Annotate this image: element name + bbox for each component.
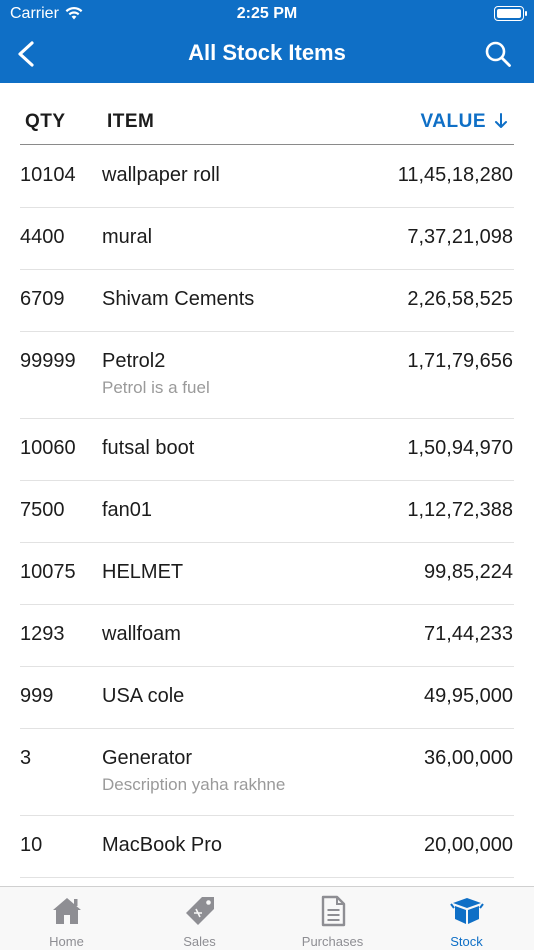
column-header-item[interactable]: ITEM [107,111,154,133]
table-row[interactable]: 10060 futsal boot 1,50,94,970 [0,418,534,481]
row-value: 36,00,000 [424,747,513,769]
tab-sales[interactable]: Sales [133,887,266,950]
row-qty: 99999 [20,350,76,372]
row-qty: 3 [20,747,32,769]
table-row[interactable]: 3 Generator Description yaha rakhne 36,00,0… [0,728,534,816]
table-row[interactable]: 1293 wallfoam 71,44,233 [0,604,534,667]
box-icon [449,898,484,924]
table-row[interactable]: 999 USA cole 49,95,000 [0,666,534,729]
status-time: 2:25 PM [236,5,298,22]
tab-stock[interactable]: Stock [400,887,533,950]
status-bar: Carrier 2:25 PM [0,0,534,28]
column-header-value-label: VALUE [420,111,486,132]
document-icon [321,895,345,927]
row-value: 1,50,94,970 [407,437,513,459]
table-header: QTY ITEM VALUE [0,83,534,145]
table-row[interactable]: 10104 wallpaper roll 11,45,18,280 [0,145,534,208]
row-value: 99,85,224 [424,561,513,583]
table-row[interactable]: 99999 Petrol2 Petrol is a fuel 1,71,79,656 [0,331,534,419]
table-row[interactable]: 6709 Shivam Cements 2,26,58,525 [0,269,534,332]
row-item-name: wallpaper roll [102,164,220,186]
row-item-name: mural [102,226,153,248]
row-qty: 10104 [20,164,76,186]
app-bar: Carrier 2:25 PM All Stock Items [0,0,534,83]
row-item-name: USA cole [102,685,185,707]
row-value: 71,44,233 [424,623,513,645]
row-item-name: wallfoam [102,623,181,645]
search-icon[interactable] [484,40,512,68]
row-value: 1,71,79,656 [407,350,513,372]
row-item-name: fan01 [102,499,153,521]
row-item-name: Shivam Cements [102,288,255,310]
tag-icon [185,897,214,925]
row-qty: 999 [20,685,54,707]
table-row[interactable]: 4400 mural 7,37,21,098 [0,207,534,270]
row-qty: 1293 [20,623,65,645]
table-row[interactable]: 7500 fan01 1,12,72,388 [0,480,534,543]
battery-icon [494,6,527,21]
row-value: 1,12,72,388 [407,499,513,521]
row-value: 7,37,21,098 [407,226,513,248]
row-value: 49,95,000 [424,685,513,707]
row-value: 11,45,18,280 [397,164,513,186]
row-value: 20,00,000 [424,834,513,856]
table-row[interactable]: 10075 HELMET 99,85,224 [0,542,534,605]
row-item-description: Description yaha rakhne [102,775,286,794]
row-item-name: futsal boot [102,437,195,459]
row-item-description: Petrol is a fuel [102,378,210,397]
tab-stock-label: Stock [450,934,483,949]
table-row[interactable]: 10 MacBook Pro 20,00,000 [0,815,534,878]
row-item-name: HELMET [102,561,184,583]
row-item-name: MacBook Pro [102,834,223,856]
home-icon [52,898,81,924]
row-qty: 6709 [20,288,65,310]
row-item-name: Petrol2 [102,350,166,372]
row-qty: 10 [20,834,43,856]
tab-bar: Home Sales Purchases Stock [0,886,534,950]
tab-purchases-label: Purchases [301,934,364,949]
tab-home-label: Home [49,934,84,949]
tab-purchases[interactable]: Purchases [266,887,399,950]
column-header-value[interactable]: VALUE [421,111,508,133]
tab-home[interactable]: Home [0,887,133,950]
row-value: 2,26,58,525 [407,288,513,310]
arrow-down-icon [495,113,507,128]
row-item-name: Generator [102,747,193,769]
stock-list: 10104 wallpaper roll 11,45,18,280 4400 mural… [0,145,534,878]
row-qty: 10060 [20,437,76,459]
row-qty: 7500 [20,499,65,521]
row-qty: 10075 [20,561,76,583]
row-divider [20,877,514,878]
tab-sales-label: Sales [183,934,216,949]
row-qty: 4400 [20,226,65,248]
column-header-qty[interactable]: QTY [25,111,66,133]
page-title: All Stock Items [188,40,346,65]
